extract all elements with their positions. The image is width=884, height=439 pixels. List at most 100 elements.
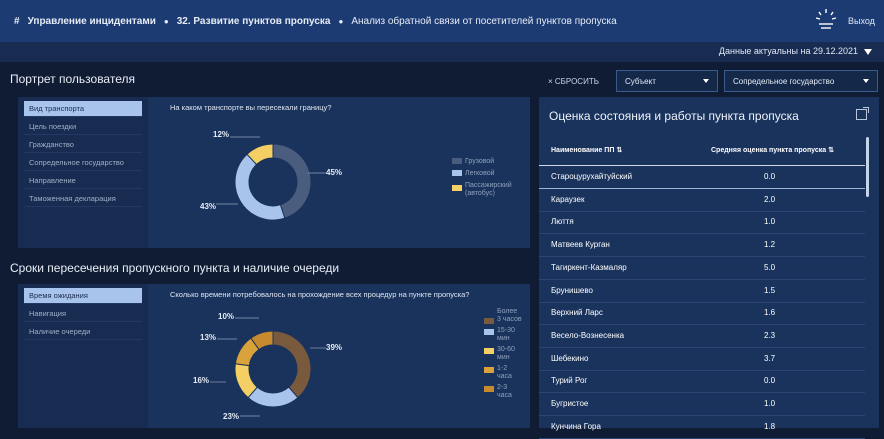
legend-label: 2-3 часа <box>497 384 512 399</box>
table-row[interactable]: Староцурухайтуйский 0.0 <box>539 166 865 189</box>
legend-label: Пассажирский (автобус) <box>465 182 512 197</box>
checkpoint-name: Верхний Ларс <box>551 308 603 318</box>
data-label-slice-5: 10% <box>218 312 235 321</box>
breadcrumb-item-development[interactable]: 32. Развитие пунктов пропуска <box>177 16 331 27</box>
timing-panel: Время ожидания Навигация Наличие очереди… <box>18 284 530 428</box>
table-title: Оценка состояния и работы пункта пропуск… <box>549 109 799 123</box>
legend-label: Грузовой <box>465 158 495 165</box>
donut-slice[interactable] <box>272 330 312 399</box>
subject-select-value: Субъект <box>625 77 656 86</box>
portrait-question: На каком транспорте вы пересекали границ… <box>170 103 332 112</box>
legend-label: 30-60 мин <box>497 346 515 361</box>
triangle-down-icon <box>864 48 872 55</box>
legend-swatch <box>452 170 462 177</box>
column-header-score[interactable]: Средняя оценка пункта пропуска ⇅ <box>711 146 834 154</box>
checkpoint-score: 1.6 <box>764 308 776 318</box>
leader-line <box>308 172 326 174</box>
legend-swatch <box>484 386 494 392</box>
table-row[interactable]: Матвеев Курган 1.2 <box>539 234 865 258</box>
checkpoint-name: Весело-Вознесенка <box>551 330 625 340</box>
legend-item: Пассажирский (автобус) <box>452 182 528 198</box>
checkpoint-name: Тагиркент-Казмаляр <box>551 262 627 272</box>
column-name-label: Наименование ПП <box>551 147 615 154</box>
breadcrumb-item-incidents[interactable]: Управление инцидентами <box>28 16 156 27</box>
donut-slice[interactable] <box>247 386 299 408</box>
leader-line <box>240 415 260 417</box>
legend-item: 30-60 мин <box>484 346 528 362</box>
portrait-panel: Вид транспорта Цель поездки Гражданство … <box>18 97 530 248</box>
portrait-menu: Вид транспорта Цель поездки Гражданство … <box>18 97 148 248</box>
column-header-name[interactable]: Наименование ПП ⇅ <box>551 146 622 154</box>
legend-swatch <box>452 158 462 165</box>
legend-item: Грузовой <box>452 158 528 166</box>
legend-item: Легковой <box>452 170 528 178</box>
legend-item: Более 3 часов <box>484 308 528 324</box>
data-label-slice-1: 45% <box>326 168 343 177</box>
menu-item-direction[interactable]: Направление <box>24 173 142 189</box>
menu-item-purpose[interactable]: Цель поездки <box>24 119 142 135</box>
table-row[interactable]: Верхний Ларс 1.6 <box>539 302 865 326</box>
data-label-slice-2: 23% <box>223 412 240 421</box>
timing-question: Сколько времени потребовалось на прохожд… <box>170 290 470 299</box>
menu-item-navigation[interactable]: Навигация <box>24 306 142 322</box>
checkpoint-name: Староцурухайтуйский <box>551 172 633 181</box>
menu-item-waiting-time[interactable]: Время ожидания <box>24 288 142 304</box>
checkpoint-score: 5.0 <box>764 262 776 272</box>
legend-label: Более 3 часов <box>497 308 522 323</box>
breadcrumb-item-current: Анализ обратной связи от посетителей пун… <box>351 15 617 27</box>
table-row[interactable]: Турий Рог 0.0 <box>539 370 865 394</box>
table-row[interactable]: Шебекино 3.7 <box>539 348 865 371</box>
breadcrumb: # Управление инцидентами ● 32. Развитие … <box>0 16 617 27</box>
leader-line <box>210 381 226 383</box>
checkpoint-name: Люття <box>551 217 574 227</box>
checkpoint-score: 2.3 <box>764 330 776 340</box>
legend-swatch <box>484 318 494 324</box>
checkpoint-rating-panel: Оценка состояния и работы пункта пропуск… <box>539 97 879 439</box>
checkpoint-score: 1.2 <box>764 240 776 250</box>
waiting-legend: Более 3 часов 15-30 мин 30-60 мин 1-2 ча… <box>484 308 528 400</box>
checkpoint-score: 3.7 <box>764 353 776 363</box>
checkpoint-name: Турий Рог <box>551 376 588 386</box>
data-label-slice-3: 12% <box>213 130 230 139</box>
bullet-icon: ● <box>338 16 344 26</box>
reset-button[interactable]: × СБРОСИТЬ <box>548 77 599 86</box>
checkpoint-score: 1.5 <box>764 285 776 295</box>
portrait-title: Портрет пользователя <box>10 72 135 86</box>
chevron-down-icon <box>703 79 709 83</box>
sub-bar: Данные актуальны на 29.12.2021 <box>0 42 884 62</box>
table-row[interactable]: Весело-Вознесенка 2.3 <box>539 325 865 348</box>
legend-item: 15-30 мин <box>484 327 528 343</box>
legend-swatch <box>484 329 494 335</box>
checkpoint-name: Матвеев Курган <box>551 240 610 250</box>
table-row[interactable]: Кунчина Гора 1.8 <box>539 416 865 439</box>
table-row[interactable]: Бугристое 1.0 <box>539 393 865 416</box>
menu-item-citizenship[interactable]: Гражданство <box>24 137 142 153</box>
timing-menu: Время ожидания Навигация Наличие очереди <box>18 284 148 428</box>
exit-link[interactable]: Выход <box>848 16 875 26</box>
table-header: Наименование ПП ⇅ Средняя оценка пункта … <box>539 137 865 166</box>
menu-item-customs[interactable]: Таможенная декларация <box>24 191 142 207</box>
country-select[interactable]: Сопредельное государство <box>724 70 878 92</box>
table-row[interactable]: Караузек 2.0 <box>539 189 865 212</box>
table-row[interactable]: Люття 1.0 <box>539 211 865 235</box>
table-row[interactable]: Брунишево 1.5 <box>539 280 865 303</box>
leader-line <box>235 317 259 319</box>
data-actual-label: Данные актуальны на 29.12.2021 <box>718 46 858 56</box>
data-label-slice-2: 43% <box>200 202 217 211</box>
data-actual-filter[interactable]: Данные актуальны на 29.12.2021 <box>719 46 872 56</box>
leader-line <box>217 338 237 340</box>
checkpoint-score: 1.0 <box>764 217 776 227</box>
external-link-icon[interactable] <box>856 107 869 120</box>
menu-item-queue[interactable]: Наличие очереди <box>24 324 142 340</box>
country-select-value: Сопредельное государство <box>733 77 835 86</box>
legend-label: Легковой <box>465 170 495 177</box>
timing-title: Сроки пересечения пропускного пункта и н… <box>10 261 340 275</box>
menu-item-transport[interactable]: Вид транспорта <box>24 101 142 117</box>
checkpoint-name: Караузек <box>551 194 585 204</box>
table-scrollbar[interactable] <box>866 137 869 197</box>
subject-select[interactable]: Субъект <box>616 70 718 92</box>
checkpoint-score: 0.0 <box>764 172 776 181</box>
menu-item-neighbor-country[interactable]: Сопредельное государство <box>24 155 142 171</box>
donut-slice[interactable] <box>234 153 286 221</box>
table-row[interactable]: Тагиркент-Казмаляр 5.0 <box>539 257 865 280</box>
